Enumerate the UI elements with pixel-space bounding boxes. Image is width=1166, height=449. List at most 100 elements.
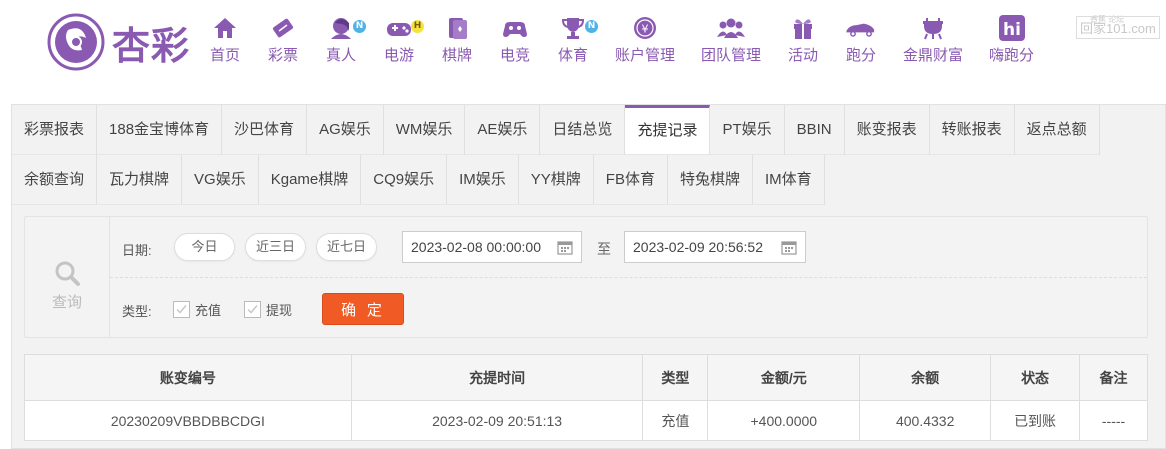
- tab-kgame-chess[interactable]: Kgame棋牌: [258, 155, 362, 205]
- nav-item-jinding[interactable]: 金鼎财富: [890, 14, 976, 74]
- type-label: 类型:: [122, 304, 152, 319]
- nav-label: 电游: [383, 46, 414, 64]
- nav-item-hi-paofen[interactable]: hi 嗨跑分: [976, 14, 1047, 74]
- nav-label: 电竞: [499, 46, 530, 64]
- svg-text:¥: ¥: [642, 23, 649, 36]
- tab-im-sports[interactable]: IM体育: [752, 155, 825, 205]
- tab-ae[interactable]: AE娱乐: [465, 105, 541, 155]
- home-icon: [209, 14, 241, 42]
- date-from-input[interactable]: 2023-02-08 00:00:00: [402, 231, 582, 263]
- tab-account-change-report[interactable]: 账变报表: [844, 105, 930, 155]
- gift-icon: [787, 14, 819, 42]
- checkbox-checked-icon: [244, 301, 261, 318]
- tab-transfer-report[interactable]: 转账报表: [929, 105, 1015, 155]
- today-button[interactable]: 今日: [174, 233, 235, 261]
- nav-item-lottery[interactable]: 彩票: [254, 14, 312, 74]
- tab-row-1: 彩票报表 188金宝博体育 沙巴体育 AG娱乐 WM娱乐 AE娱乐 日结总览 充…: [12, 105, 1165, 155]
- nav-label: 跑分: [846, 46, 877, 64]
- site-header: 杏彩 首页 彩票 N 真人 H 电游 棋牌 电竞 N 体育 ¥ 账户管理 团队管…: [0, 0, 1166, 104]
- account-coin-icon: ¥: [629, 14, 661, 42]
- report-panel: 彩票报表 188金宝博体育 沙巴体育 AG娱乐 WM娱乐 AE娱乐 日结总览 充…: [11, 104, 1166, 449]
- tab-cq9[interactable]: CQ9娱乐: [361, 155, 448, 205]
- cell-balance: 400.4332: [859, 400, 992, 441]
- logo-emblem-icon: [47, 13, 105, 71]
- tab-daily-overview[interactable]: 日结总览: [540, 105, 626, 155]
- tab-188-sports[interactable]: 188金宝博体育: [97, 105, 223, 155]
- nav-label: 首页: [209, 46, 240, 64]
- tab-yy-chess[interactable]: YY棋牌: [518, 155, 594, 205]
- checkbox-checked-icon: [173, 301, 190, 318]
- tab-saba-sports[interactable]: 沙巴体育: [222, 105, 308, 155]
- withdraw-checkbox[interactable]: 提现: [244, 300, 292, 319]
- search-icon: [55, 261, 80, 286]
- tab-tetu-chess[interactable]: 特兔棋牌: [667, 155, 753, 205]
- tab-pt[interactable]: PT娱乐: [710, 105, 785, 155]
- nav-label: 棋牌: [441, 46, 472, 64]
- date-row: 日期: 今日 近三日 近七日 2023-02-08 00:00:00 至 202…: [110, 217, 1147, 278]
- date-label: 日期:: [122, 243, 152, 258]
- nav-item-chess[interactable]: 棋牌: [428, 14, 486, 74]
- tab-balance-query[interactable]: 余额查询: [12, 155, 98, 205]
- ticket-icon: [267, 14, 299, 42]
- records-table: 账变编号 充提时间 类型 金额/元 余额 状态 备注 20230209VBBDB…: [24, 354, 1148, 441]
- hi-app-icon: hi: [996, 14, 1028, 42]
- query-filter: 查询 日期: 今日 近三日 近七日 2023-02-08 00:00:00 至 …: [24, 216, 1148, 338]
- column-header: 状态: [990, 354, 1081, 401]
- column-header: 类型: [642, 354, 709, 401]
- confirm-button[interactable]: 确 定: [322, 293, 404, 325]
- deposit-checkbox[interactable]: 充值: [173, 300, 221, 319]
- site-logo[interactable]: 杏彩: [46, 12, 196, 72]
- date-range-separator: 至: [597, 242, 611, 258]
- cell-status: 已到账: [990, 400, 1081, 441]
- nav-item-home[interactable]: 首页: [196, 14, 254, 74]
- tab-wali-chess[interactable]: 瓦力棋牌: [97, 155, 183, 205]
- tab-bbin[interactable]: BBIN: [784, 105, 845, 155]
- nav-item-slots[interactable]: H 电游: [370, 14, 428, 74]
- esports-controller-icon: [499, 14, 531, 42]
- date-to-input[interactable]: 2023-02-09 20:56:52: [624, 231, 806, 263]
- column-header: 充提时间: [350, 354, 644, 401]
- new-badge: N: [585, 20, 598, 33]
- nav-label: 彩票: [267, 46, 298, 64]
- calendar-icon[interactable]: [557, 239, 573, 255]
- query-label: 查询: [51, 293, 82, 311]
- nav-label: 嗨跑分: [989, 46, 1035, 64]
- tab-ag[interactable]: AG娱乐: [307, 105, 384, 155]
- date-from-value: 2023-02-08 00:00:00: [411, 239, 541, 255]
- column-header: 余额: [859, 354, 992, 401]
- tab-im[interactable]: IM娱乐: [447, 155, 519, 205]
- tab-wm[interactable]: WM娱乐: [383, 105, 466, 155]
- nav-item-sports[interactable]: N 体育: [544, 14, 602, 74]
- tab-row-2: 余额查询 瓦力棋牌 VG娱乐 Kgame棋牌 CQ9娱乐 IM娱乐 YY棋牌 F…: [12, 155, 1165, 205]
- withdraw-label: 提现: [266, 303, 293, 318]
- nav-label: 真人: [325, 46, 356, 64]
- cards-icon: [441, 14, 473, 42]
- new-badge: N: [353, 20, 366, 33]
- car-icon: [845, 14, 877, 42]
- nav-label: 金鼎财富: [903, 46, 964, 64]
- nav-item-live[interactable]: N 真人: [312, 14, 370, 74]
- tab-deposit-withdraw-records[interactable]: 充提记录: [625, 105, 711, 155]
- svg-text:hi: hi: [1003, 20, 1021, 40]
- last-7-days-button[interactable]: 近七日: [316, 233, 377, 261]
- nav-label: 体育: [557, 46, 588, 64]
- last-3-days-button[interactable]: 近三日: [245, 233, 306, 261]
- report-tabs: 彩票报表 188金宝博体育 沙巴体育 AG娱乐 WM娱乐 AE娱乐 日结总览 充…: [12, 105, 1165, 206]
- watermark: 回家101.com: [1076, 16, 1160, 39]
- column-header: 金额/元: [707, 354, 861, 401]
- nav-item-account[interactable]: ¥ 账户管理: [602, 14, 688, 74]
- cell-amount: +400.0000: [707, 400, 861, 441]
- nav-item-team[interactable]: 团队管理: [688, 14, 774, 74]
- team-icon: [715, 14, 747, 42]
- tab-rebate-total[interactable]: 返点总额: [1014, 105, 1100, 155]
- nav-item-paofen[interactable]: 跑分: [832, 14, 890, 74]
- tab-fb-sports[interactable]: FB体育: [593, 155, 668, 205]
- calendar-icon[interactable]: [781, 239, 797, 255]
- main-nav: 首页 彩票 N 真人 H 电游 棋牌 电竞 N 体育 ¥ 账户管理 团队管理 活…: [196, 14, 1047, 74]
- deposit-label: 充值: [195, 303, 222, 318]
- tab-lottery-report[interactable]: 彩票报表: [12, 105, 98, 155]
- cell-time: 2023-02-09 20:51:13: [350, 400, 644, 441]
- nav-item-activity[interactable]: 活动: [774, 14, 832, 74]
- tab-vg[interactable]: VG娱乐: [182, 155, 259, 205]
- nav-item-esports[interactable]: 电竞: [486, 14, 544, 74]
